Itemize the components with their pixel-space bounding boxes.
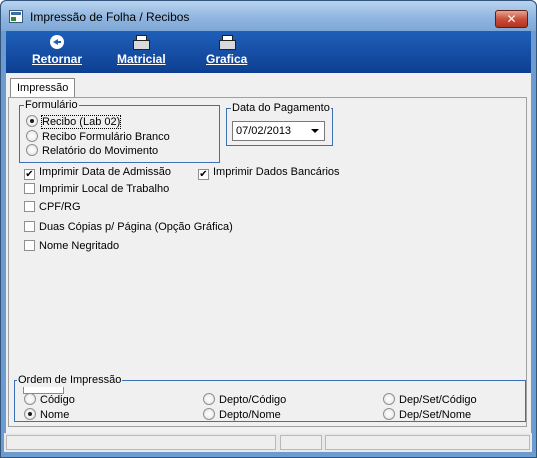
title-bar: Impressão de Folha / Recibos ✕ bbox=[1, 1, 536, 31]
data-pagamento-dropdown[interactable]: 07/02/2013 bbox=[232, 121, 325, 141]
checkbox-imprimir-data-admissao[interactable]: ✔ Imprimir Data de Admissão bbox=[24, 165, 172, 180]
status-panel-1 bbox=[6, 435, 276, 450]
window: Impressão de Folha / Recibos ✕ Retornar … bbox=[0, 0, 537, 458]
radio-button[interactable] bbox=[203, 408, 215, 420]
checkbox-box[interactable] bbox=[24, 240, 35, 251]
checkbox-box[interactable]: ✔ bbox=[24, 169, 35, 180]
data-pagamento-group: Data do Pagamento 07/02/2013 bbox=[226, 101, 333, 146]
radio-ordem-depto-codigo[interactable]: Depto/Código bbox=[203, 393, 286, 407]
radio-ordem-codigo[interactable]: Código bbox=[24, 393, 75, 407]
printer-icon bbox=[133, 35, 151, 50]
checkbox-nome-negritado[interactable]: Nome Negritado bbox=[24, 239, 119, 253]
grafica-button[interactable]: Grafica bbox=[206, 35, 247, 66]
radio-label: Depto/Nome bbox=[219, 409, 281, 421]
date-value: 07/02/2013 bbox=[236, 125, 292, 137]
radio-recibo-lab02[interactable]: Recibo (Lab 02) bbox=[26, 115, 122, 129]
window-title: Impressão de Folha / Recibos bbox=[30, 10, 190, 24]
radio-label: Recibo (Lab 02) bbox=[40, 115, 122, 129]
tab-panel-impressao: Formulário Recibo (Lab 02) Recibo Formul… bbox=[8, 97, 527, 427]
radio-button[interactable] bbox=[383, 393, 395, 405]
checkbox-label: CPF/RG bbox=[39, 201, 81, 213]
ordem-impressao-legend: Ordem de Impressão bbox=[17, 373, 123, 387]
radio-label: Dep/Set/Código bbox=[399, 394, 477, 406]
checkbox-label: Imprimir Dados Bancários bbox=[213, 166, 340, 178]
checkbox-box[interactable]: ✔ bbox=[198, 169, 209, 180]
close-button[interactable]: ✕ bbox=[495, 10, 528, 28]
radio-label: Dep/Set/Nome bbox=[399, 409, 472, 421]
radio-ordem-dep-set-codigo[interactable]: Dep/Set/Código bbox=[383, 393, 477, 407]
matricial-button[interactable]: Matricial bbox=[117, 35, 166, 66]
main-content: Impressão Formulário Recibo (Lab 02) Rec… bbox=[6, 73, 531, 451]
radio-relatorio-movimento[interactable]: Relatório do Movimento bbox=[26, 144, 158, 158]
radio-button[interactable] bbox=[26, 130, 38, 142]
retornar-button[interactable]: Retornar bbox=[32, 35, 82, 66]
toolbar: Retornar Matricial Grafica bbox=[6, 31, 531, 73]
printer-icon bbox=[218, 35, 236, 50]
radio-label: Código bbox=[40, 394, 75, 406]
back-arrow-icon bbox=[50, 35, 64, 49]
radio-recibo-formulario-branco[interactable]: Recibo Formulário Branco bbox=[26, 130, 170, 144]
radio-ordem-dep-set-nome[interactable]: Dep/Set/Nome bbox=[383, 408, 471, 422]
checkbox-cpf-rg[interactable]: CPF/RG bbox=[24, 200, 81, 214]
retornar-label: Retornar bbox=[32, 52, 83, 66]
checkbox-imprimir-dados-bancarios[interactable]: ✔ Imprimir Dados Bancários bbox=[198, 165, 340, 180]
radio-ordem-nome[interactable]: Nome bbox=[24, 408, 69, 422]
formulario-legend: Formulário bbox=[24, 98, 79, 112]
radio-label: Depto/Código bbox=[219, 394, 287, 406]
radio-button-selected[interactable] bbox=[26, 115, 38, 127]
checkbox-label: Nome Negritado bbox=[39, 240, 120, 252]
checkbox-duas-copias[interactable]: Duas Cópias p/ Página (Opção Gráfica) bbox=[24, 220, 233, 234]
grafica-label: Grafica bbox=[206, 52, 248, 66]
chevron-down-icon[interactable] bbox=[307, 123, 323, 139]
radio-label: Recibo Formulário Branco bbox=[42, 131, 170, 143]
checkbox-imprimir-local-trabalho[interactable]: Imprimir Local de Trabalho bbox=[24, 182, 169, 196]
radio-button[interactable] bbox=[26, 144, 38, 156]
tab-impressao[interactable]: Impressão bbox=[10, 78, 76, 98]
radio-button[interactable] bbox=[383, 408, 395, 420]
status-panel-2 bbox=[280, 435, 322, 450]
formulario-group: Formulário Recibo (Lab 02) Recibo Formul… bbox=[19, 98, 220, 163]
checkbox-label: Imprimir Data de Admissão bbox=[39, 166, 172, 178]
checkbox-box[interactable] bbox=[24, 201, 35, 212]
checkbox-label: Imprimir Local de Trabalho bbox=[39, 183, 170, 195]
matricial-label: Matricial bbox=[117, 52, 166, 66]
checkbox-box[interactable] bbox=[24, 183, 35, 194]
radio-button-selected[interactable] bbox=[24, 408, 36, 420]
status-bar bbox=[4, 433, 532, 452]
data-pagamento-legend: Data do Pagamento bbox=[231, 101, 331, 115]
radio-button[interactable] bbox=[24, 393, 36, 405]
checkbox-label: Duas Cópias p/ Página (Opção Gráfica) bbox=[39, 221, 233, 233]
radio-label: Relatório do Movimento bbox=[42, 145, 159, 157]
radio-ordem-depto-nome[interactable]: Depto/Nome bbox=[203, 408, 281, 422]
radio-label: Nome bbox=[40, 409, 70, 421]
radio-button[interactable] bbox=[203, 393, 215, 405]
checkbox-box[interactable] bbox=[24, 221, 35, 232]
app-icon bbox=[9, 10, 23, 23]
ordem-impressao-group: Ordem de Impressão Código Nome Depto/Cód… bbox=[14, 373, 526, 422]
status-panel-3 bbox=[325, 435, 530, 450]
